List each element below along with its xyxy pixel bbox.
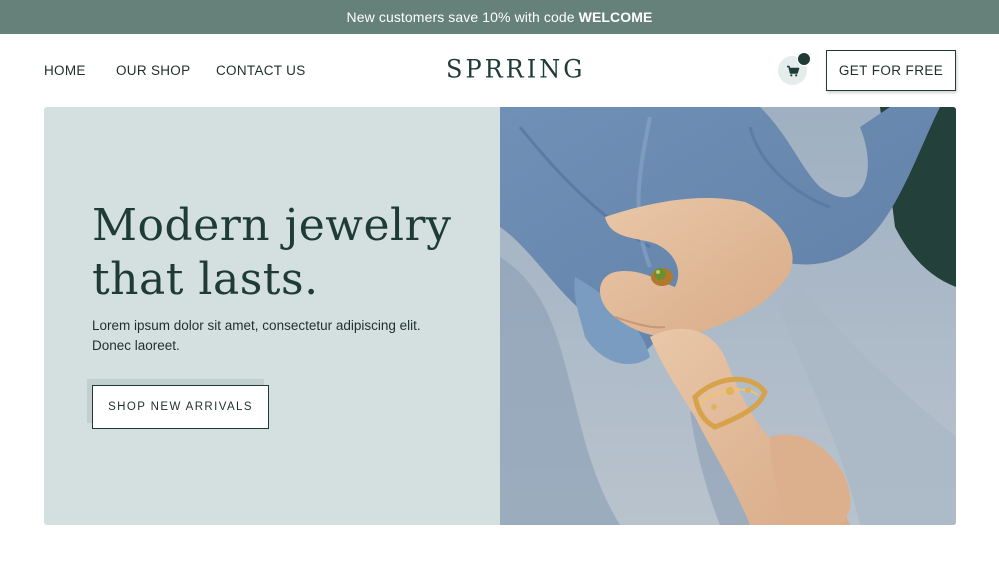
hero-section: Modern jewelry that lasts. Lorem ipsum d… [44,107,956,525]
hero-title: Modern jewelry that lasts. [92,199,452,307]
main-nav: HOME OUR SHOP CONTACT US SPRRING GET FOR… [0,34,999,107]
hero-description: Lorem ipsum dolor sit amet, consectetur … [92,318,421,353]
shopping-cart-icon [786,65,799,76]
site-logo[interactable]: SPRRING [446,54,585,83]
promo-text: New customers save 10% with code [346,9,575,25]
nav-link-home[interactable]: HOME [44,63,86,78]
promo-code: WELCOME [578,9,653,25]
get-for-free-button[interactable]: GET FOR FREE [826,50,956,91]
nav-link-our-shop[interactable]: OUR SHOP [116,63,190,78]
shop-new-arrivals-button[interactable]: SHOP NEW ARRIVALS [92,385,269,429]
jewelry-hand-photo [500,107,956,525]
promo-bar: New customers save 10% with code WELCOME [0,0,999,34]
cart-count-badge [797,52,811,66]
hero-title-line-2: that lasts. [92,254,319,305]
nav-link-contact-us[interactable]: CONTACT US [216,63,306,78]
hero-title-line-1: Modern jewelry [92,200,452,251]
hero-image [500,107,956,525]
hero-text-panel: Modern jewelry that lasts. Lorem ipsum d… [44,107,500,525]
